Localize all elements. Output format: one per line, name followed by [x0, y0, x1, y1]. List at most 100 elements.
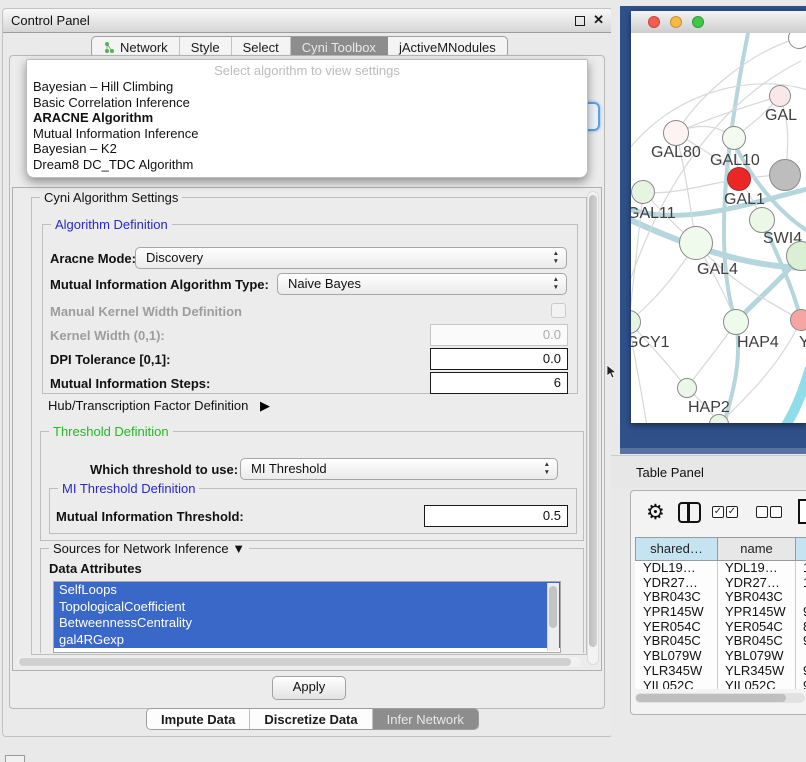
network-node-gal11[interactable]: [631, 180, 655, 204]
table-row[interactable]: YDR27…YDR27…12: [635, 576, 806, 591]
aracne-mode-label: Aracne Mode:: [50, 251, 136, 266]
table-row[interactable]: YBR045CYBR045C9.: [635, 634, 806, 649]
close-traffic-light[interactable]: [648, 16, 660, 28]
apply-button[interactable]: Apply: [272, 676, 346, 700]
tab-jactivemnodules[interactable]: jActiveMNodules: [388, 37, 507, 57]
network-canvas[interactable]: GALGAL80GAL10GAL1GAL11SWI4GAL4GCY1HAP4YH…: [631, 33, 806, 423]
table-row[interactable]: YBR043CYBR043C: [635, 590, 806, 605]
table-row[interactable]: YPR145WYPR145W9.: [635, 605, 806, 620]
network-node-gal1[interactable]: [727, 167, 751, 191]
table-row[interactable]: YIL052CYIL052C9.: [635, 679, 806, 690]
tab-select[interactable]: Select: [232, 37, 291, 57]
table-horizontal-scrollbar-thumb[interactable]: [636, 694, 786, 702]
combo-arrows-icon: ▲▼: [544, 461, 550, 477]
attribute-list-item[interactable]: BetweennessCentrality: [54, 615, 560, 632]
network-node[interactable]: [769, 159, 801, 191]
column-header-name[interactable]: name: [717, 537, 796, 561]
table-cell: YDL19…: [643, 561, 715, 576]
float-window-icon[interactable]: [575, 16, 585, 26]
column-divider: [717, 561, 718, 689]
sources-group-title[interactable]: Sources for Network Inference ▼: [49, 541, 249, 556]
settings-vertical-scrollbar[interactable]: [587, 191, 599, 665]
select-all-checkbox-icon[interactable]: ✓: [712, 506, 724, 518]
table-horizontal-scrollbar[interactable]: [635, 693, 805, 703]
table-row[interactable]: YBL079WYBL079W: [635, 649, 806, 664]
algorithm-option[interactable]: ARACNE Algorithm: [27, 110, 587, 126]
table-cell: YPR145W: [643, 605, 715, 620]
network-node[interactable]: [786, 241, 806, 271]
table-cell: YBL079W: [725, 649, 793, 664]
partial-bottom-left-icon[interactable]: [5, 755, 25, 762]
which-threshold-combo[interactable]: MI Threshold ▲▼: [240, 458, 558, 480]
combo-arrows-icon: ▲▼: [553, 250, 559, 266]
gear-icon[interactable]: ⚙: [646, 500, 665, 525]
settings-horizontal-scrollbar[interactable]: [17, 657, 581, 667]
settings-horizontal-scrollbar-thumb[interactable]: [19, 658, 571, 666]
network-node-hap2[interactable]: [677, 378, 697, 398]
table-toolbar: ⚙ ✓ ✓: [631, 497, 806, 529]
settings-vertical-scrollbar-thumb[interactable]: [589, 195, 597, 647]
cyni-toolbox-content: galFiltered.sif default node Select algo…: [9, 55, 605, 709]
node-label-gal: GAL: [765, 107, 797, 125]
algorithm-option[interactable]: Bayesian – Hill Climbing: [27, 79, 587, 95]
attribute-list-item[interactable]: TopologicalCoefficient: [54, 599, 560, 616]
network-node-y[interactable]: [790, 309, 806, 331]
network-node-gcy1[interactable]: [631, 310, 641, 334]
close-icon[interactable]: ✕: [593, 12, 604, 28]
data-attributes-list[interactable]: SelfLoopsTopologicalCoefficientBetweenne…: [53, 581, 561, 653]
tab-cyni-toolbox[interactable]: Cyni Toolbox: [291, 37, 388, 57]
columns-icon[interactable]: [678, 502, 701, 523]
column-header-shared[interactable]: shared…: [635, 537, 718, 561]
tab-style[interactable]: Style: [180, 37, 232, 57]
attr-list-scrollbar[interactable]: [547, 583, 559, 651]
mi-algorithm-type-combo[interactable]: Naive Bayes ▲▼: [277, 273, 567, 295]
tab-network[interactable]: Network: [92, 37, 180, 57]
network-nodes-layer: GALGAL80GAL10GAL1GAL11SWI4GAL4GCY1HAP4YH…: [631, 33, 806, 423]
attribute-list-item[interactable]: gal4RGexp: [54, 632, 560, 649]
which-threshold-label: Which threshold to use:: [90, 462, 238, 477]
dpi-tolerance-input[interactable]: 0.0: [430, 348, 568, 370]
document-icon[interactable]: [798, 499, 806, 524]
column-divider: [795, 561, 796, 689]
mi-steps-label: Mutual Information Steps:: [50, 376, 210, 391]
zoom-traffic-light[interactable]: [692, 16, 704, 28]
mi-threshold-input[interactable]: 0.5: [424, 505, 568, 527]
select-all-checkbox-icon[interactable]: ✓: [726, 506, 738, 518]
table-row[interactable]: YLR345WYLR345W9.: [635, 664, 806, 679]
aracne-mode-value: Discovery: [146, 250, 203, 265]
deselect-all-checkbox-icon[interactable]: [770, 506, 782, 518]
algorithm-option[interactable]: Bayesian – K2: [27, 141, 587, 157]
mi-steps-input[interactable]: 6: [430, 372, 568, 394]
attr-items: SelfLoopsTopologicalCoefficientBetweenne…: [54, 582, 560, 648]
network-node-hap4[interactable]: [723, 309, 749, 335]
deselect-all-checkbox-icon[interactable]: [756, 506, 768, 518]
algorithm-option[interactable]: Basic Correlation Inference: [27, 95, 587, 111]
minimize-traffic-light[interactable]: [670, 16, 682, 28]
mi-type-value: Naive Bayes: [288, 276, 361, 291]
network-view-window: GALGAL80GAL10GAL1GAL11SWI4GAL4GCY1HAP4YH…: [631, 11, 806, 423]
table-row[interactable]: YER054CYER054C8.: [635, 620, 806, 635]
network-node-gal[interactable]: [769, 85, 791, 107]
attribute-list-item[interactable]: SelfLoops: [54, 582, 560, 599]
tab-discretize-data[interactable]: Discretize Data: [250, 709, 372, 729]
table-cell: YER054C: [643, 620, 715, 635]
desktop-bottom-strip: [620, 448, 806, 454]
hub-tf-definition-toggle[interactable]: Hub/Transcription Factor Definition ▶: [48, 398, 270, 414]
column-header-A[interactable]: A: [795, 537, 806, 561]
network-node-gal10[interactable]: [722, 126, 746, 150]
manual-kernel-label: Manual Kernel Width Definition: [50, 304, 242, 319]
tab-impute-data[interactable]: Impute Data: [147, 709, 250, 729]
network-node-gal80[interactable]: [663, 120, 689, 146]
aracne-mode-combo[interactable]: Discovery ▲▼: [135, 247, 567, 269]
algorithm-dropdown-list: Bayesian – Hill ClimbingBasic Correlatio…: [27, 79, 587, 173]
tab-infer-network[interactable]: Infer Network: [373, 709, 478, 729]
manual-kernel-checkbox[interactable]: [551, 303, 566, 318]
kernel-width-input[interactable]: 0.0: [430, 324, 568, 346]
algorithm-option[interactable]: Mutual Information Inference: [27, 126, 587, 142]
network-node[interactable]: [788, 33, 806, 49]
table-row[interactable]: YDL19…YDL19…13: [635, 561, 806, 576]
algorithm-option[interactable]: Dream8 DC_TDC Algorithm: [27, 157, 587, 173]
attr-list-scrollbar-thumb[interactable]: [549, 586, 557, 628]
network-node-gal4[interactable]: [679, 226, 713, 260]
table-panel-header-strip: Table Panel: [611, 455, 806, 488]
